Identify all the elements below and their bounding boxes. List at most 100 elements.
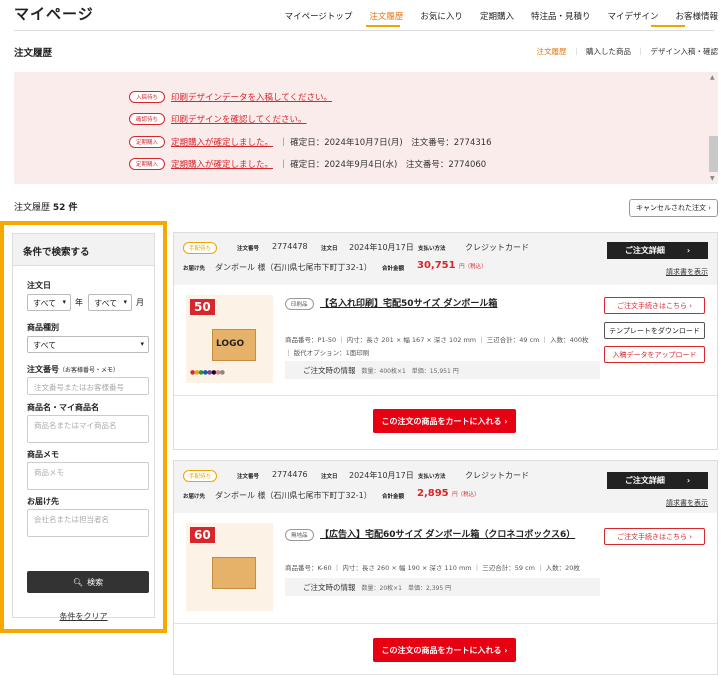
notice-item: 定期購入 定期購入が確定しました。 ｜ 確定日：2024年9月4日(水) 注文番… [129,158,486,170]
sub-nav: 注文履歴 ｜ 購入した商品 ｜ デザイン入稿・確認 [536,46,719,57]
notice-meta: ｜ 確定日：2024年10月7日(月) 注文番号：2774316 [279,138,492,148]
nav-mypage-top[interactable]: マイページトップ [285,10,353,22]
search-sidebar: 条件で検索する 注文日 すべて 年 すべて 月 商品種別 すべて 注文番号（お客… [0,221,167,633]
order-detail-button[interactable]: ご注文詳細 › [607,242,708,259]
order-no-label-text: 注文番号 [27,365,59,374]
notice-item: 確認待ち 印刷デザインを確認してください。 [129,113,307,125]
notice-item: 入稿待ち 印刷デザインデータを入稿してください。 [129,91,332,103]
notice-link[interactable]: 定期購入が確定しました。 [171,136,273,148]
product-thumbnail[interactable]: 60 [186,523,273,611]
order-info-label: ご注文時の情報 [303,582,356,592]
search-title: 条件で検索する [13,234,154,266]
total-key: 合計金額 [382,266,405,272]
top-nav: マイページトップ 注文履歴 お気に入り 定期購入 特注品・見積り マイデザイン … [285,10,718,22]
payment-value: クレジットカード [465,243,529,252]
dest-value: ダンボール 様（石川県七尾市下町丁32-1） [215,491,372,500]
notice-item: 定期購入 定期購入が確定しました。 ｜ 確定日：2024年10月7日(月) 注文… [129,136,492,148]
order-date-value: 2024年10月17日 [349,471,414,480]
order-no-input[interactable]: 注文番号またはお客様番号 [27,377,149,395]
add-to-cart-button[interactable]: この注文の商品をカートに入れる › [373,409,516,433]
item-spec: 商品番号：P1-50 ｜ 内寸：長さ 201 × 幅 167 × 深さ 102 … [285,336,589,344]
dest-key: お届け先 [183,266,206,272]
notice-tag: 定期購入 [129,136,166,148]
year-select[interactable]: すべて [27,294,71,311]
page-title: 注文履歴 [14,48,53,59]
thumb-size-number: 50 [190,299,215,315]
checkout-procedure-button[interactable]: ご注文手続きはこちら › [604,297,705,314]
product-thumbnail[interactable]: 50 LOGO ●●●●●●●● [186,295,273,383]
card-divider [174,395,717,396]
item-name-link[interactable]: 【名入れ印刷】宅配50サイズ ダンボール箱 [320,296,497,309]
order-info-qty: 数量：400枚×1 単価：15,951 円 [361,367,459,375]
order-count-label: 注文履歴 [14,203,51,213]
cancelled-orders-button[interactable]: キャンセルされた注文 › [628,199,718,217]
month-select[interactable]: すべて [88,294,132,311]
dest-input[interactable]: 会社名または担当者名 [27,509,149,537]
dest-label: お届け先 [27,497,59,506]
scroll-thumb[interactable] [709,136,718,172]
item-option: ｜ 版代オプション：1面印刷 [285,349,370,357]
order-card-header: 手配待ち 注文番号 2774478 注文日 2024年10月17日 支払い方法 … [174,233,717,285]
nav-custom-quote[interactable]: 特注品・見積り [531,10,591,22]
order-no-value: 2774476 [272,470,308,479]
order-date-value: 2024年10月17日 [349,243,414,252]
year-unit: 年 [75,298,83,307]
order-no-label: 注文番号（お客様番号・メモ） [27,364,119,375]
notice-tag: 入稿待ち [129,91,166,103]
notice-link[interactable]: 定期購入が確定しました。 [171,158,273,170]
thumb-size-number: 60 [190,527,215,543]
nav-customer-info[interactable]: お客様情報 [675,10,718,22]
total-price-unit: 円（税込） [452,492,480,498]
search-button[interactable]: 🔍︎ 検索 [27,571,149,593]
order-info-bar: ご注文時の情報 数量：20枚×1 単価：2,395 円 [285,578,600,596]
notice-link[interactable]: 印刷デザインデータを入稿してください。 [171,91,332,103]
total-price-value: 30,751 [417,260,456,271]
date-label: 注文日 [27,281,51,290]
order-date-key: 注文日 [321,474,338,480]
product-input[interactable]: 商品名またはマイ商品名 [27,415,149,443]
checkout-procedure-button[interactable]: ご注文手続きはこちら › [604,528,705,545]
clear-conditions-link[interactable]: 条件をクリア [13,611,154,622]
nav-order-history[interactable]: 注文履歴 [369,10,403,22]
scroll-down-icon[interactable]: ▼ [710,175,715,182]
total-price: 30,751 円（税込） [417,260,487,271]
nav-my-design[interactable]: マイデザイン [607,10,658,22]
type-select[interactable]: すべて [27,336,149,353]
order-info-bar: ご注文時の情報 数量：400枚×1 単価：15,951 円 [285,361,600,379]
add-to-cart-button[interactable]: この注文の商品をカートに入れる › [373,638,516,662]
order-no-value: 2774478 [272,242,308,251]
thumb-logo-text: LOGO [216,339,245,349]
order-detail-button[interactable]: ご注文詳細 › [607,472,708,489]
search-button-label: 検索 [87,577,104,587]
order-card: 手配待ち 注文番号 2774476 注文日 2024年10月17日 支払い方法 … [173,460,718,675]
total-price: 2,895 円（税込） [417,488,480,499]
item-name-link[interactable]: 【広告入】宅配60サイズ ダンボール箱（クロネコボックス6） [320,527,575,540]
subnav-order-history[interactable]: 注文履歴 [537,46,567,57]
card-divider [174,623,717,624]
status-badge: 手配待ち [183,242,218,254]
dest-key: お届け先 [183,494,206,500]
notice-scrollbar[interactable]: ▲ ▼ [708,72,718,184]
status-badge: 手配待ち [183,470,218,482]
product-label: 商品名・マイ商品名 [27,403,99,412]
chevron-right-icon: › [686,246,691,255]
scroll-up-icon[interactable]: ▲ [710,74,715,81]
nav-favorites[interactable]: お気に入り [420,10,463,22]
order-card-header: 手配待ち 注文番号 2774476 注文日 2024年10月17日 支払い方法 … [174,461,717,513]
order-detail-label: ご注文詳細 [624,476,665,485]
subnav-design-upload[interactable]: デザイン入稿・確認 [651,46,719,57]
chevron-right-icon: › [686,476,691,485]
total-price-unit: 円（税込） [459,264,487,270]
invoice-link[interactable]: 請求書を表示 [666,267,708,277]
subnav-purchased-items[interactable]: 購入した商品 [586,46,631,57]
type-label: 商品種別 [27,323,59,332]
order-no-note: （お客様番号・メモ） [59,367,120,374]
memo-input[interactable]: 商品メモ [27,462,149,490]
upload-data-button[interactable]: 入稿データをアップロード [604,346,705,363]
invoice-link[interactable]: 請求書を表示 [666,498,708,508]
nav-subscription[interactable]: 定期購入 [480,10,514,22]
total-key: 合計金額 [382,494,405,500]
download-template-button[interactable]: テンプレートをダウンロード [604,322,705,339]
notice-link[interactable]: 印刷デザインを確認してください。 [171,113,307,125]
month-unit: 月 [136,298,144,307]
